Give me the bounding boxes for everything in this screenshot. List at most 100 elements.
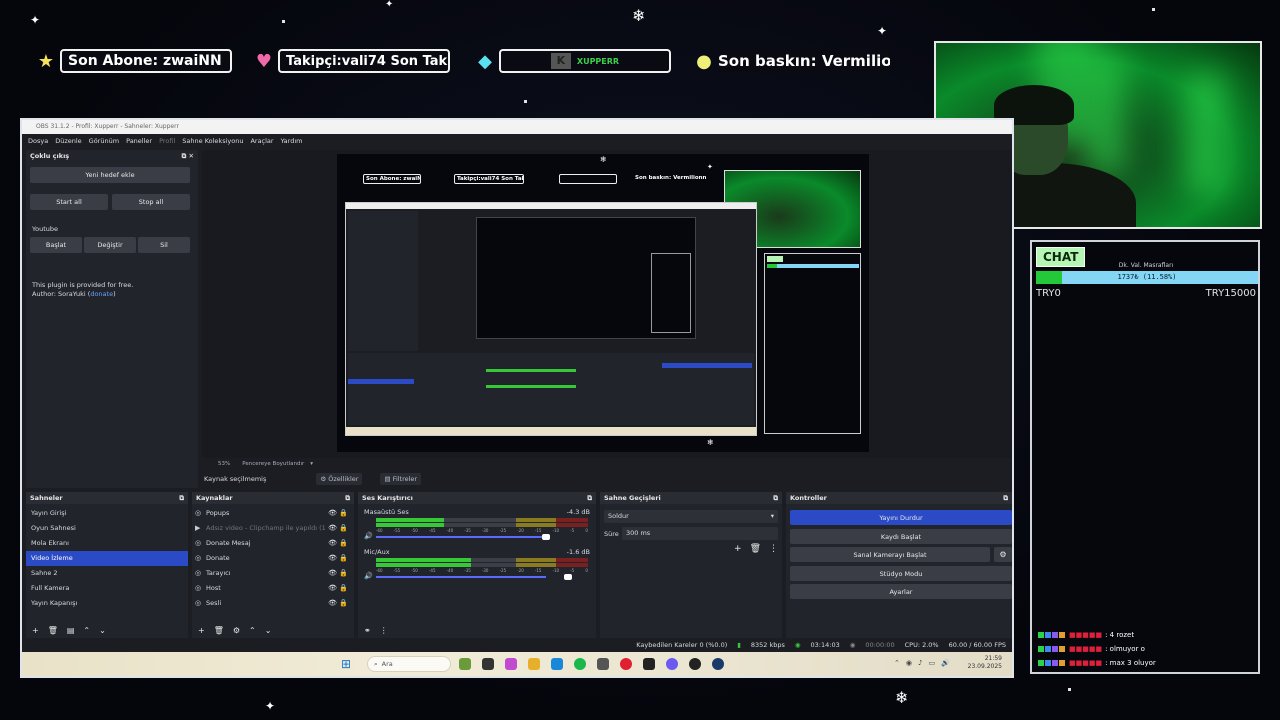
- popout-icon[interactable]: ⧉: [179, 494, 184, 502]
- speaker-icon[interactable]: 🔊: [364, 572, 373, 580]
- scene-item[interactable]: Yayın Kapanışı: [26, 596, 188, 611]
- steam-icon[interactable]: [712, 658, 724, 670]
- link-icon[interactable]: ⚭: [364, 626, 371, 635]
- scenes-title: Sahneler: [30, 494, 63, 502]
- source-item[interactable]: ◎ Tarayıcı 👁 🔒: [192, 566, 354, 581]
- settings-button[interactable]: Ayarlar: [790, 584, 1012, 599]
- source-item[interactable]: ◎ Host 👁 🔒: [192, 581, 354, 596]
- add-icon[interactable]: +: [198, 626, 205, 635]
- source-toolbar: Kaynak seçilmemiş ⚙ Özellikler ▤ Filtrel…: [202, 471, 1012, 487]
- menu-profile[interactable]: Profil: [159, 137, 175, 145]
- zoom-level[interactable]: 53%: [218, 461, 230, 467]
- close-icon[interactable]: ✕: [189, 152, 194, 160]
- preview-area[interactable]: Son Abone: zwaiNN Takipçi:vali74 Son Tak…: [202, 150, 1012, 458]
- mixer-toolbar: ⚭ ⋮: [358, 622, 596, 638]
- target-start-button[interactable]: Başlat: [30, 237, 82, 253]
- menu-docks[interactable]: Paneller: [126, 137, 152, 145]
- scene-item[interactable]: Mola Ekranı: [26, 536, 188, 551]
- copilot-icon[interactable]: [505, 658, 517, 670]
- menu-scene-collection[interactable]: Sahne Koleksiyonu: [182, 137, 243, 145]
- taskbar-search[interactable]: ⌕ Ara: [367, 656, 451, 672]
- speaker-icon[interactable]: 🔊: [364, 532, 373, 540]
- volume-handle[interactable]: [542, 534, 550, 540]
- source-item[interactable]: ◎ Donate 👁 🔒: [192, 551, 354, 566]
- sparkle-icon: ✦: [385, 0, 394, 10]
- gear-icon[interactable]: ⚙: [233, 626, 240, 635]
- task-view-icon[interactable]: [482, 658, 494, 670]
- duration-input[interactable]: 300 ms: [622, 527, 778, 540]
- menu-edit[interactable]: Düzenle: [55, 137, 81, 145]
- spotify-icon[interactable]: [574, 658, 586, 670]
- app-icon[interactable]: [643, 658, 655, 670]
- studio-mode-button[interactable]: Stüdyo Modu: [790, 566, 1012, 581]
- chevron-down-icon[interactable]: ▾: [310, 461, 313, 467]
- target-edit-button[interactable]: Değiştir: [84, 237, 136, 253]
- file-explorer-icon[interactable]: [528, 658, 540, 670]
- trash-icon[interactable]: 🗑: [214, 626, 224, 635]
- transition-select[interactable]: Soldur ▾: [604, 510, 778, 523]
- popout-icon[interactable]: ⧉: [1003, 494, 1008, 502]
- edge-icon[interactable]: [551, 658, 563, 670]
- virtual-cam-button[interactable]: Sanal Kamerayı Başlat: [790, 547, 990, 562]
- source-item[interactable]: ◎ Sesli 👁 🔒: [192, 596, 354, 611]
- filter-icon[interactable]: ▤: [67, 626, 75, 635]
- source-item[interactable]: ◎ Popups 👁 🔒: [192, 506, 354, 521]
- menu-dots-icon[interactable]: ⋮: [769, 544, 778, 554]
- sources-toolbar: + 🗑 ⚙ ⌃ ⌄: [192, 622, 354, 638]
- add-icon[interactable]: +: [32, 626, 39, 635]
- system-tray-icons[interactable]: ⌃◉♪▭🔊: [894, 659, 956, 667]
- scene-item-selected[interactable]: Video İzleme: [26, 551, 188, 566]
- popout-icon[interactable]: ⧉: [773, 494, 778, 502]
- nested-brand: [559, 174, 617, 184]
- stop-all-button[interactable]: Stop all: [112, 194, 190, 210]
- start-record-button[interactable]: Kaydı Başlat: [790, 529, 1012, 544]
- scene-item[interactable]: Sahne 2: [26, 566, 188, 581]
- source-item[interactable]: ▶ Adsız video - Clipchamp ile yapıldı (1 👁…: [192, 521, 354, 536]
- popout-icon[interactable]: ⧉: [587, 494, 592, 502]
- app-icon[interactable]: [597, 658, 609, 670]
- menu-view[interactable]: Görünüm: [89, 137, 119, 145]
- volume-slider[interactable]: [376, 576, 546, 578]
- diamond-icon: ◆: [478, 50, 492, 72]
- chevron-down-icon[interactable]: ⌄: [99, 626, 106, 635]
- volume-slider[interactable]: [376, 536, 546, 538]
- trash-icon[interactable]: 🗑: [750, 544, 761, 554]
- menu-dots-icon[interactable]: ⋮: [380, 626, 388, 635]
- volume-handle[interactable]: [564, 574, 572, 580]
- chevron-down-icon[interactable]: ⌄: [265, 626, 272, 635]
- chevron-up-icon[interactable]: ⌃: [249, 626, 256, 635]
- filters-button[interactable]: ▤ Filtreler: [380, 473, 422, 485]
- trash-icon[interactable]: 🗑: [48, 626, 58, 635]
- fit-mode[interactable]: Pencereye Boyutlandır: [242, 461, 304, 467]
- stop-stream-button[interactable]: Yayını Durdur: [790, 510, 1012, 525]
- source-item[interactable]: ◎ Donate Mesaj 👁 🔒: [192, 536, 354, 551]
- chat-message: ■■■■■: olmuyor o: [1038, 645, 1145, 653]
- menu-file[interactable]: Dosya: [28, 137, 48, 145]
- properties-button[interactable]: ⚙ Özellikler: [316, 473, 363, 485]
- donate-link[interactable]: donate: [90, 290, 113, 298]
- start-all-button[interactable]: Start all: [30, 194, 108, 210]
- windows-start-icon[interactable]: ⊞: [340, 657, 352, 671]
- scene-item[interactable]: Full Kamera: [26, 581, 188, 596]
- star-icon: ★: [37, 50, 55, 72]
- level-meter: [376, 558, 588, 562]
- discord-icon[interactable]: [666, 658, 678, 670]
- tick-label: -50: [411, 528, 418, 533]
- menu-help[interactable]: Yardım: [281, 137, 303, 145]
- add-icon[interactable]: +: [734, 544, 742, 554]
- scene-item[interactable]: Oyun Sahnesi: [26, 521, 188, 536]
- widgets-icon[interactable]: [459, 658, 471, 670]
- obs-icon[interactable]: [689, 658, 701, 670]
- scene-item[interactable]: Yayın Girişi: [26, 506, 188, 521]
- opera-icon[interactable]: [620, 658, 632, 670]
- tick-label: -40: [446, 568, 454, 573]
- goal-max: TRY15000: [1205, 288, 1256, 299]
- taskbar-clock[interactable]: 21:59 23.09.2025: [968, 655, 1002, 671]
- add-target-button[interactable]: Yeni hedef ekle: [30, 167, 190, 183]
- popout-icon[interactable]: ⧉: [182, 152, 187, 160]
- target-delete-button[interactable]: Sil: [138, 237, 190, 253]
- chevron-up-icon[interactable]: ⌃: [83, 626, 90, 635]
- popout-icon[interactable]: ⧉: [345, 494, 350, 502]
- gear-icon[interactable]: ⚙: [994, 547, 1012, 562]
- menu-tools[interactable]: Araçlar: [250, 137, 273, 145]
